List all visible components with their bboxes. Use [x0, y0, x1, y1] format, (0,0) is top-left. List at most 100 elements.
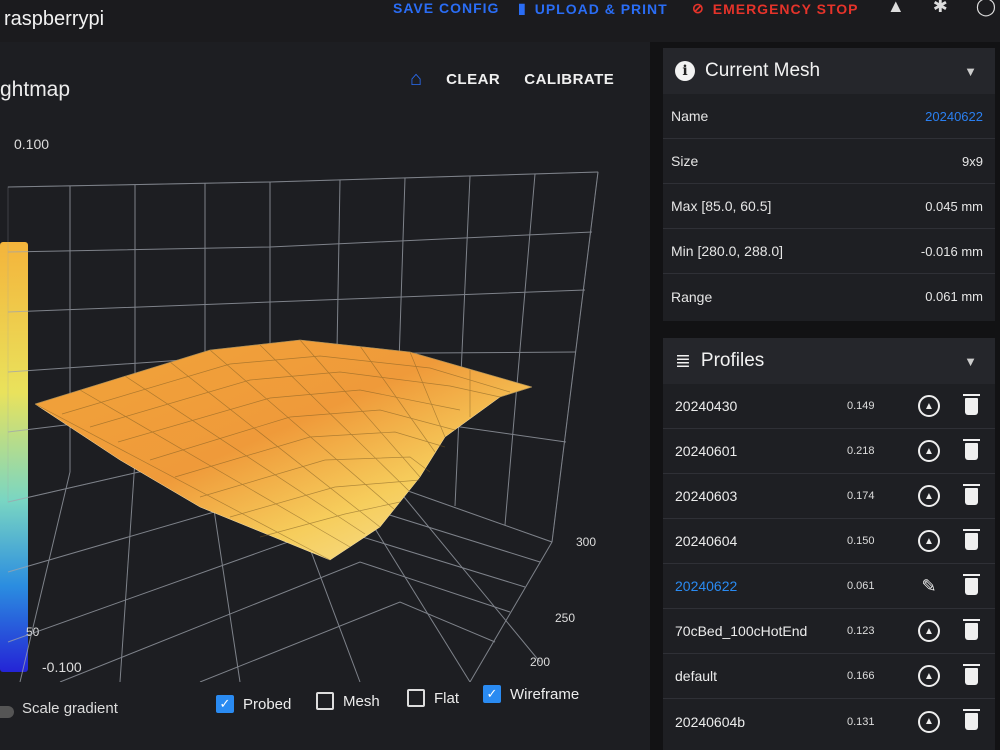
trash-icon[interactable] — [963, 618, 980, 640]
load-profile-icon[interactable]: ▲ — [918, 710, 940, 733]
profile-row[interactable]: 20240604 0.150 ▲ — [663, 519, 995, 564]
current-mesh-header[interactable]: i Current Mesh ▼ — [663, 48, 995, 94]
current-mesh-card: i Current Mesh ▼ Name 20240622 Size 9x9 … — [663, 48, 995, 321]
profile-row[interactable]: 20240604b 0.131 ▲ — [663, 699, 995, 744]
stack-icon: ≣ — [675, 350, 691, 372]
load-profile-icon[interactable]: ▲ — [918, 440, 940, 462]
mesh-row-size: Size 9x9 — [663, 139, 995, 184]
profile-name[interactable]: 20240603 — [675, 488, 737, 504]
gear-icon[interactable]: ✱ — [933, 0, 948, 17]
profile-name[interactable]: 20240622 — [675, 578, 737, 594]
heightmap-actions: ⌂ CLEAR CALIBRATE — [410, 68, 614, 91]
axis-tick-250: 250 — [555, 611, 575, 625]
trash-icon[interactable] — [963, 528, 980, 550]
checkbox-label-flat: Flat — [434, 689, 460, 707]
chevron-down-icon[interactable]: ▼ — [964, 64, 977, 79]
profile-name[interactable]: default — [675, 668, 717, 684]
emergency-stop-label: EMERGENCY STOP — [712, 0, 859, 17]
alert-icon: ⊘ — [692, 0, 705, 16]
mesh-row-range: Range 0.061 mm — [663, 274, 995, 319]
home-icon[interactable]: ⌂ — [410, 68, 422, 91]
profile-range: 0.174 — [847, 490, 875, 502]
mesh-key: Max [85.0, 60.5] — [671, 198, 772, 214]
checkbox-unchecked-icon — [407, 689, 425, 707]
pencil-icon[interactable]: ✎ — [918, 575, 940, 597]
trash-icon[interactable] — [963, 663, 980, 685]
heightmap-3d-plot[interactable]: 300 250 200 150 — [0, 142, 650, 682]
upload-print-button[interactable]: ▮ UPLOAD & PRINT — [518, 0, 668, 17]
profile-row[interactable]: 20240430 0.149 ▲ — [663, 384, 995, 429]
profile-row[interactable]: 20240601 0.218 ▲ — [663, 429, 995, 474]
checkbox-label-probed: Probed — [243, 695, 292, 713]
profile-range: 0.123 — [847, 625, 875, 637]
axis-tick-300: 300 — [576, 535, 596, 549]
bell-icon[interactable]: ▲ — [887, 0, 905, 17]
axis-tick-200: 200 — [530, 655, 550, 669]
checkbox-probed[interactable]: ✓ Probed — [216, 695, 291, 713]
profiles-title: Profiles — [700, 350, 765, 371]
checkbox-checked-icon: ✓ — [483, 685, 501, 703]
power-icon[interactable]: ◯ — [976, 0, 996, 17]
load-profile-icon[interactable]: ▲ — [918, 620, 940, 642]
mesh-value: 9x9 — [962, 153, 983, 169]
load-profile-icon[interactable]: ▲ — [918, 530, 940, 552]
profile-name[interactable]: 70cBed_100cHotEnd — [675, 623, 807, 639]
profile-row[interactable]: 70cBed_100cHotEnd 0.123 ▲ — [663, 609, 995, 654]
profile-name[interactable]: 20240430 — [675, 398, 737, 414]
profile-row-active[interactable]: 20240622 0.061 ✎ — [663, 564, 995, 609]
checkbox-label-wireframe: Wireframe — [510, 685, 580, 703]
app-title: raspberrypi — [4, 8, 105, 30]
save-config-label: SAVE CONFIG — [393, 0, 500, 16]
mesh-value: -0.016 mm — [920, 243, 983, 259]
mesh-key: Size — [671, 153, 699, 169]
mesh-value: 0.045 mm — [925, 198, 983, 214]
trash-icon[interactable] — [963, 483, 980, 505]
profile-name[interactable]: 20240601 — [675, 443, 737, 459]
load-profile-icon[interactable]: ▲ — [918, 665, 940, 687]
trash-icon[interactable] — [963, 438, 980, 460]
checkbox-wireframe[interactable]: ✓ Wireframe — [483, 685, 579, 703]
profiles-card: ≣ Profiles ▼ 20240430 0.149 ▲ 20240601 0… — [663, 338, 995, 750]
checkbox-checked-icon: ✓ — [216, 695, 234, 713]
mesh-value[interactable]: 20240622 — [925, 109, 983, 124]
profile-range: 0.218 — [847, 445, 875, 457]
mesh-key: Name — [671, 108, 709, 124]
save-config-button[interactable]: SAVE CONFIG — [393, 0, 499, 16]
heightmap-options: Scale gradient ✓ Probed Mesh Flat ✓ Wire… — [0, 685, 650, 718]
mesh-row-max: Max [85.0, 60.5] 0.045 mm — [663, 184, 995, 229]
top-icons: ▲ ✱ ◯ — [887, 0, 1000, 17]
scale-gradient-toggle[interactable] — [0, 706, 14, 718]
profile-range: 0.149 — [847, 400, 875, 412]
app-bar: raspberrypi SAVE CONFIG ▮ UPLOAD & PRINT… — [0, 0, 1000, 42]
profiles-header[interactable]: ≣ Profiles ▼ — [663, 338, 995, 384]
calibrate-button[interactable]: CALIBRATE — [524, 71, 614, 88]
mesh-row-name: Name 20240622 — [663, 94, 995, 139]
profile-row[interactable]: 20240603 0.174 ▲ — [663, 474, 995, 519]
checkbox-mesh[interactable]: Mesh — [316, 692, 380, 710]
mesh-key: Min [280.0, 288.0] — [671, 243, 784, 259]
profile-name[interactable]: 20240604b — [675, 714, 745, 730]
current-mesh-title: Current Mesh — [705, 60, 821, 81]
profile-range: 0.166 — [847, 670, 875, 682]
load-profile-icon[interactable]: ▲ — [918, 395, 940, 417]
mesh-value: 0.061 mm — [925, 289, 983, 304]
info-icon: i — [675, 61, 695, 81]
profile-range: 0.131 — [847, 715, 875, 728]
trash-icon[interactable] — [963, 393, 980, 415]
checkbox-label-mesh: Mesh — [343, 692, 380, 710]
emergency-stop-button[interactable]: ⊘ EMERGENCY STOP — [692, 0, 858, 17]
checkbox-flat[interactable]: Flat — [407, 689, 459, 707]
scale-gradient-label: Scale gradient — [22, 700, 118, 717]
file-upload-icon: ▮ — [518, 0, 527, 16]
checkbox-unchecked-icon — [316, 692, 334, 710]
clear-button[interactable]: CLEAR — [446, 71, 500, 88]
profile-name[interactable]: 20240604 — [675, 533, 737, 549]
heightmap-title: ghtmap — [0, 78, 71, 101]
upload-print-label: UPLOAD & PRINT — [534, 0, 668, 17]
load-profile-icon[interactable]: ▲ — [918, 485, 940, 507]
profile-row[interactable]: default 0.166 ▲ — [663, 654, 995, 699]
chevron-down-icon[interactable]: ▼ — [964, 354, 977, 369]
trash-icon[interactable] — [963, 709, 980, 730]
profile-range: 0.061 — [847, 580, 875, 592]
trash-icon[interactable] — [963, 573, 980, 595]
